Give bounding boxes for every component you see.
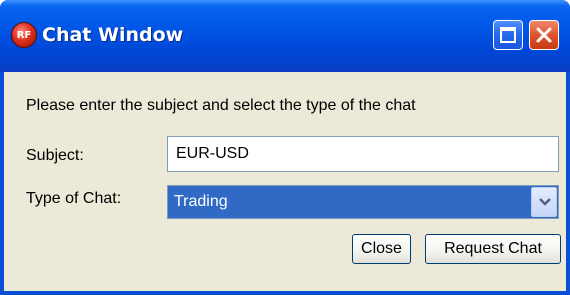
app-logo-icon: RF (11, 22, 37, 48)
window-title: Chat Window (42, 24, 184, 46)
instruction-text: Please enter the subject and select the … (26, 97, 416, 114)
chat-window: RF Chat Window Please enter the subject … (0, 0, 570, 295)
chevron-down-icon (539, 198, 551, 206)
maximize-button[interactable] (493, 20, 523, 50)
subject-input[interactable] (167, 136, 559, 172)
maximize-icon (500, 27, 516, 43)
subject-label: Subject: (26, 147, 84, 164)
close-button[interactable]: Close (352, 234, 411, 264)
chat-type-select[interactable]: Trading (167, 185, 559, 219)
chat-type-label: Type of Chat: (26, 190, 122, 207)
close-icon (536, 27, 552, 43)
request-chat-button[interactable]: Request Chat (425, 234, 561, 264)
close-window-button[interactable] (529, 20, 559, 50)
title-bar[interactable]: RF Chat Window (0, 0, 570, 72)
dropdown-button[interactable] (531, 187, 557, 217)
chat-type-selected-value: Trading (174, 193, 228, 210)
